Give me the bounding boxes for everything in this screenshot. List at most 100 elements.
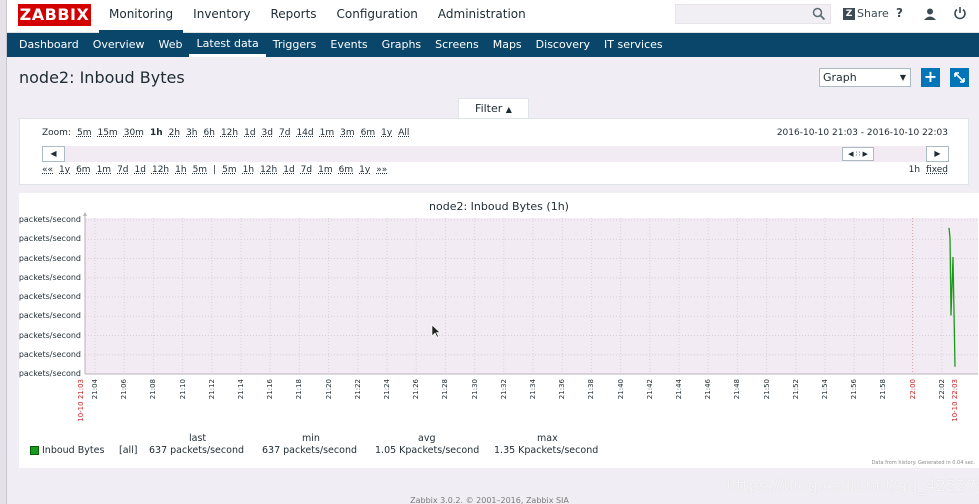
y-tick-label: packets/second bbox=[19, 292, 81, 301]
zoom-option[interactable]: 1m bbox=[320, 128, 335, 138]
nav-forward[interactable]: 7d bbox=[301, 165, 312, 175]
subnav-dashboard[interactable]: Dashboard bbox=[12, 33, 86, 57]
menu-configuration[interactable]: Configuration bbox=[327, 0, 428, 33]
zoom-option[interactable]: 3d bbox=[262, 128, 273, 138]
zoom-option[interactable]: 1d bbox=[244, 128, 255, 138]
nav-back[interactable]: 1m bbox=[97, 165, 112, 175]
scrollbar-handle[interactable]: ◀ ∷ ▶ bbox=[842, 147, 874, 161]
zoom-option[interactable]: 14d bbox=[296, 128, 313, 138]
help-icon[interactable]: ? bbox=[896, 6, 903, 20]
top-header: ZABBIX Monitoring Inventory Reports Conf… bbox=[7, 0, 979, 33]
subnav-web[interactable]: Web bbox=[151, 33, 189, 57]
nav-forward[interactable]: 5m bbox=[222, 165, 237, 175]
zoom-option[interactable]: 7d bbox=[279, 128, 290, 138]
legend-last-value: 637 packets/second bbox=[149, 445, 244, 456]
x-tick-label: 21:46 bbox=[704, 379, 713, 400]
nav-back[interactable]: 7d bbox=[117, 165, 128, 175]
zoom-option[interactable]: 2h bbox=[169, 128, 180, 138]
x-tick-label: 21:38 bbox=[587, 379, 596, 400]
y-tick-label: packets/second bbox=[19, 253, 81, 263]
subnav-it-services[interactable]: IT services bbox=[597, 33, 670, 57]
x-tick-label: 21:30 bbox=[470, 379, 479, 400]
legend-min-value: 637 packets/second bbox=[262, 445, 357, 456]
nav-back[interactable]: 5m bbox=[193, 165, 208, 175]
zoom-option[interactable]: All bbox=[398, 128, 409, 138]
menu-monitoring[interactable]: Monitoring bbox=[99, 0, 184, 33]
zoom-option[interactable]: 3h bbox=[186, 128, 197, 138]
watermark: https://blog.csdn.net/qq_42227818 bbox=[726, 476, 979, 495]
x-tick-label: 21:58 bbox=[879, 379, 888, 400]
nav-forward[interactable]: 12h bbox=[260, 165, 277, 175]
fixed-toggle[interactable]: fixed bbox=[926, 165, 948, 175]
search-input[interactable] bbox=[675, 4, 831, 24]
nav-forward[interactable]: 1d bbox=[283, 165, 294, 175]
x-tick-label: 21:18 bbox=[295, 379, 304, 400]
menu-inventory[interactable]: Inventory bbox=[183, 0, 260, 33]
x-end-label: 10-10 22:03 bbox=[951, 379, 959, 422]
x-tick-label: 21:54 bbox=[821, 379, 829, 400]
subnav-overview[interactable]: Overview bbox=[86, 33, 152, 57]
page-title: node2: Inboud Bytes bbox=[19, 68, 185, 87]
legend-header-avg: avg bbox=[418, 433, 436, 444]
subnav-latest-data[interactable]: Latest data bbox=[189, 33, 266, 57]
zoom-option[interactable]: 12h bbox=[221, 128, 238, 138]
subnav-maps[interactable]: Maps bbox=[486, 33, 529, 57]
nav-forward[interactable]: »» bbox=[376, 165, 387, 175]
nav-forward[interactable]: 1m bbox=[318, 165, 333, 175]
zoom-option[interactable]: 1y bbox=[381, 128, 392, 138]
period-info: 1h fixed bbox=[909, 165, 948, 175]
fullscreen-button[interactable] bbox=[950, 68, 969, 87]
timeline-scrollbar[interactable] bbox=[42, 146, 947, 162]
share-link[interactable]: Z Share bbox=[843, 7, 889, 20]
legend-avg-value: 1.05 Kpackets/second bbox=[375, 445, 480, 456]
subnav-screens[interactable]: Screens bbox=[428, 33, 486, 57]
nav-forward[interactable]: 1h bbox=[243, 165, 254, 175]
zoom-option[interactable]: 5m bbox=[77, 128, 92, 138]
search-icon[interactable] bbox=[812, 7, 826, 21]
scroll-right-button[interactable]: ▶ bbox=[926, 146, 949, 162]
nav-forward[interactable]: 6m bbox=[339, 165, 354, 175]
subnav-events[interactable]: Events bbox=[323, 33, 374, 57]
nav-back[interactable]: «« bbox=[42, 165, 53, 175]
view-type-select[interactable]: Graph ▼ bbox=[819, 68, 911, 87]
zoom-option[interactable]: 30m bbox=[124, 128, 144, 138]
nav-separator: | bbox=[213, 165, 217, 175]
y-tick-label: packets/second bbox=[19, 234, 81, 244]
x-tick-label: 21:12 bbox=[207, 379, 216, 400]
period-length: 1h bbox=[908, 165, 921, 175]
user-profile-icon[interactable] bbox=[923, 7, 937, 21]
x-tick-label: 21:26 bbox=[412, 379, 421, 400]
x-tick-label: 21:34 bbox=[529, 379, 537, 400]
scroll-left-button[interactable]: ◀ bbox=[42, 146, 65, 162]
graph-title: node2: Inboud Bytes (1h) bbox=[429, 200, 569, 213]
add-to-favourites-button[interactable]: + bbox=[921, 68, 940, 87]
nav-forward[interactable]: 1y bbox=[359, 165, 370, 175]
sign-out-icon[interactable] bbox=[953, 6, 967, 20]
x-tick-label: 21:16 bbox=[266, 379, 275, 400]
nav-back[interactable]: 1d bbox=[135, 165, 146, 175]
menu-reports[interactable]: Reports bbox=[261, 0, 327, 33]
x-tick-label: 21:48 bbox=[733, 379, 742, 400]
subnav-triggers[interactable]: Triggers bbox=[266, 33, 324, 57]
zoom-option[interactable]: 6h bbox=[204, 128, 215, 138]
subnav-graphs[interactable]: Graphs bbox=[375, 33, 428, 57]
subnav-discovery[interactable]: Discovery bbox=[529, 33, 597, 57]
zoom-option[interactable]: 6m bbox=[361, 128, 376, 138]
period-navigation: «« 1y 6m 1m 7d 1d 12h 1h 5m | 5m 1h 12h … bbox=[42, 165, 387, 175]
share-label: Share bbox=[857, 7, 889, 20]
x-tick-label: 21:10 bbox=[178, 379, 187, 400]
menu-administration[interactable]: Administration bbox=[428, 0, 536, 33]
nav-back[interactable]: 1h bbox=[175, 165, 186, 175]
zabbix-logo[interactable]: ZABBIX bbox=[18, 4, 91, 26]
nav-back[interactable]: 1y bbox=[59, 165, 70, 175]
zoom-option[interactable]: 3m bbox=[340, 128, 355, 138]
x-tick-label: 21:14 bbox=[237, 379, 245, 400]
plot-area[interactable] bbox=[85, 218, 978, 374]
nav-back[interactable]: 12h bbox=[152, 165, 169, 175]
filter-panel: Zoom: 5m 15m 30m 1h 2h 3h 6h 12h 1d 3d 7… bbox=[19, 118, 969, 185]
zoom-option[interactable]: 15m bbox=[97, 128, 117, 138]
x-start-label: 10-10 21:03 bbox=[77, 379, 85, 422]
nav-back[interactable]: 6m bbox=[76, 165, 91, 175]
zoom-option-selected[interactable]: 1h bbox=[150, 128, 163, 138]
filter-toggle-tab[interactable]: Filter ▲ bbox=[458, 98, 529, 118]
